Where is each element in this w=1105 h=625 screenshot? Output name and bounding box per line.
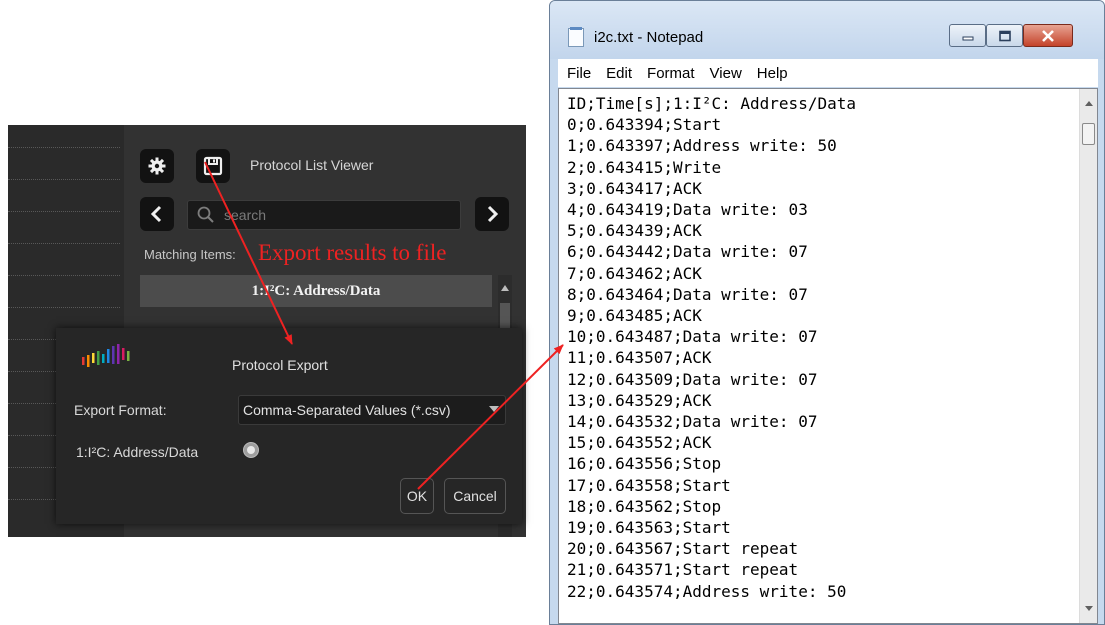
- annotation-arrows: [204, 161, 564, 490]
- arrow-ok-to-notepad: [417, 344, 564, 490]
- arrow-export-to-dialog: [204, 161, 293, 345]
